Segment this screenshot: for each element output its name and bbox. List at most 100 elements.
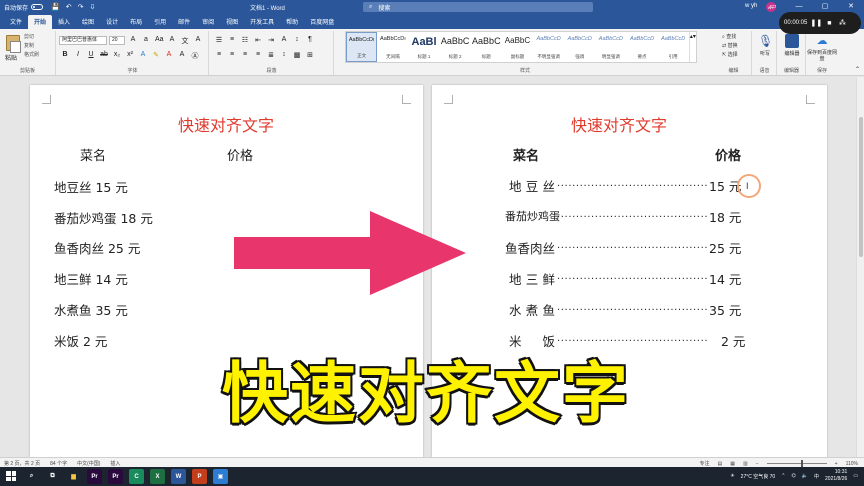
increase-indent-icon[interactable]: ⇥ (267, 36, 275, 44)
style-item[interactable]: AaBbCcD 不明显强调 (533, 32, 564, 62)
vertical-scrollbar[interactable] (856, 77, 864, 457)
multilevel-list-icon[interactable]: ☷ (241, 36, 249, 44)
align-left-icon[interactable]: ≡ (215, 51, 223, 59)
tab-references[interactable]: 引用 (148, 17, 172, 29)
bullets-icon[interactable]: ☰ (215, 36, 223, 44)
distributed-icon[interactable]: ≣ (267, 51, 275, 59)
select-button[interactable]: ⇱ 选择 (722, 51, 738, 60)
input-method-icon[interactable]: 中 (814, 473, 819, 480)
style-item[interactable]: AaBbCcD 强调 (564, 32, 595, 62)
char-shading-icon[interactable]: A (178, 51, 186, 61)
paste-button[interactable]: 粘贴 (5, 53, 17, 62)
replace-button[interactable]: ⇄ 替换 (722, 42, 738, 51)
style-item[interactable]: AaBbCcD 要点 (626, 32, 657, 62)
taskbar-app-pr-icon[interactable]: Pr (108, 469, 123, 484)
file-explorer-icon[interactable]: ▆ (66, 469, 81, 484)
customize-qat-icon[interactable]: ⇩ (89, 3, 95, 11)
network-icon[interactable]: ⌬ (791, 473, 795, 479)
taskbar-app-pr-icon[interactable]: Pr (87, 469, 102, 484)
zoom-in-icon[interactable]: + (835, 461, 838, 467)
tray-expand-icon[interactable]: ⌃ (781, 473, 785, 479)
redo-icon[interactable]: ↷ (78, 3, 84, 11)
ribbon-display-icon[interactable]: ▭ (760, 0, 786, 14)
strikethrough-icon[interactable]: ab (100, 51, 108, 61)
word-count[interactable]: 84 个字 (50, 460, 67, 467)
weather-text[interactable]: 27°C 空气良 70 (741, 473, 776, 480)
char-border-icon[interactable]: Ⓐ (191, 51, 199, 61)
clock[interactable]: 10:31 2021/8/26 (825, 469, 847, 483)
find-button[interactable]: ⌕ 查找 (722, 33, 738, 42)
tab-view[interactable]: 视图 (220, 17, 244, 29)
paste-icon[interactable] (6, 35, 21, 53)
grow-font-icon[interactable]: A (129, 36, 137, 46)
underline-icon[interactable]: U (87, 51, 95, 61)
autosave-toggle[interactable]: 自动保存 (4, 3, 44, 12)
weather-icon[interactable]: ☀ (730, 473, 734, 479)
font-name-select[interactable]: 阿里巴巴普惠体 (59, 36, 107, 45)
style-item[interactable]: AaBbCcDı 无间隔 (377, 32, 408, 62)
style-item[interactable]: AaBbCcDı 正文 (346, 32, 378, 62)
tab-insert[interactable]: 插入 (52, 17, 76, 29)
line-spacing-icon[interactable]: ↕ (280, 51, 288, 59)
tab-layout[interactable]: 布局 (124, 17, 148, 29)
cut-button[interactable]: 剪切 (24, 33, 39, 42)
scroll-thumb[interactable] (859, 117, 863, 257)
collapse-ribbon-icon[interactable]: ⌃ (855, 66, 860, 73)
subscript-icon[interactable]: x₂ (113, 51, 121, 61)
editor-button[interactable]: 编辑器 (780, 34, 804, 57)
styles-more-icon[interactable]: ▴▾ (688, 32, 696, 62)
italic-icon[interactable]: I (74, 51, 82, 61)
toolbox-icon[interactable]: ⁂ (838, 19, 846, 27)
volume-icon[interactable]: 🔈 (802, 473, 808, 479)
taskbar-app-word-icon[interactable]: W (171, 469, 186, 484)
insert-mode[interactable]: 插入 (110, 460, 120, 467)
enclose-icon[interactable]: A (194, 36, 202, 46)
style-item[interactable]: AaBl 标题 1 (408, 32, 439, 62)
pause-icon[interactable]: ❚❚ (811, 19, 823, 27)
style-item[interactable]: AaBbCcD 引用 (658, 32, 689, 62)
page-count[interactable]: 第 2 页，共 2 页 (4, 460, 40, 467)
show-marks-icon[interactable]: ¶ (306, 36, 314, 44)
focus-mode-button[interactable]: 专注 (700, 460, 710, 467)
taskbar-app-meet-icon[interactable]: ▣ (213, 469, 228, 484)
font-size-select[interactable]: 20 (109, 36, 125, 45)
shrink-font-icon[interactable]: a (142, 36, 150, 46)
clear-format-icon[interactable]: A (168, 36, 176, 46)
tab-review[interactable]: 审阅 (196, 17, 220, 29)
bold-icon[interactable]: B (61, 51, 69, 61)
taskbar-app-cam-icon[interactable]: C (129, 469, 144, 484)
tab-home[interactable]: 开始 (28, 15, 53, 29)
shading-icon[interactable]: ▩ (293, 51, 301, 59)
zoom-out-icon[interactable]: − (756, 461, 759, 467)
taskbar-app-ppt-icon[interactable]: P (192, 469, 207, 484)
tab-draw[interactable]: 绘图 (76, 17, 100, 29)
tab-help[interactable]: 帮助 (280, 17, 304, 29)
print-layout-icon[interactable]: ▦ (730, 461, 735, 467)
undo-icon[interactable]: ↶ (66, 3, 72, 11)
search-input[interactable]: ⌕ 搜索 (363, 2, 593, 12)
superscript-icon[interactable]: x² (126, 51, 134, 61)
zoom-level[interactable]: 110% (846, 461, 858, 467)
text-effects-icon[interactable]: A (139, 51, 147, 61)
zoom-slider[interactable] (766, 460, 827, 467)
borders-icon[interactable]: ⊞ (306, 51, 314, 59)
taskbar-search-icon[interactable]: ⌕ (24, 469, 39, 484)
save-icon[interactable]: 💾 (51, 3, 60, 11)
tab-baidu-netdisk[interactable]: 百度网盘 (304, 17, 340, 29)
notifications-icon[interactable]: ▭ (853, 473, 858, 479)
web-layout-icon[interactable]: ▥ (743, 461, 748, 467)
chinese-layout-icon[interactable]: A (280, 36, 288, 44)
style-item[interactable]: AaBbC 标题 (471, 32, 502, 62)
windows-start-icon[interactable] (6, 471, 16, 481)
task-view-icon[interactable]: ⧉ (45, 469, 60, 484)
tab-file[interactable]: 文件 (4, 17, 28, 29)
tab-design[interactable]: 设计 (100, 17, 124, 29)
style-item[interactable]: AaBbC 标题 2 (440, 32, 471, 62)
save-to-baidu-button[interactable]: ☁ 保存到百度网盘 (807, 34, 837, 62)
highlight-icon[interactable]: ✎ (152, 51, 160, 61)
numbering-icon[interactable]: ≡ (228, 36, 236, 44)
align-center-icon[interactable]: ≡ (228, 51, 236, 59)
copy-button[interactable]: 复制 (24, 42, 39, 51)
read-mode-icon[interactable]: ▤ (718, 461, 723, 467)
phonetic-icon[interactable]: 文 (181, 36, 189, 46)
